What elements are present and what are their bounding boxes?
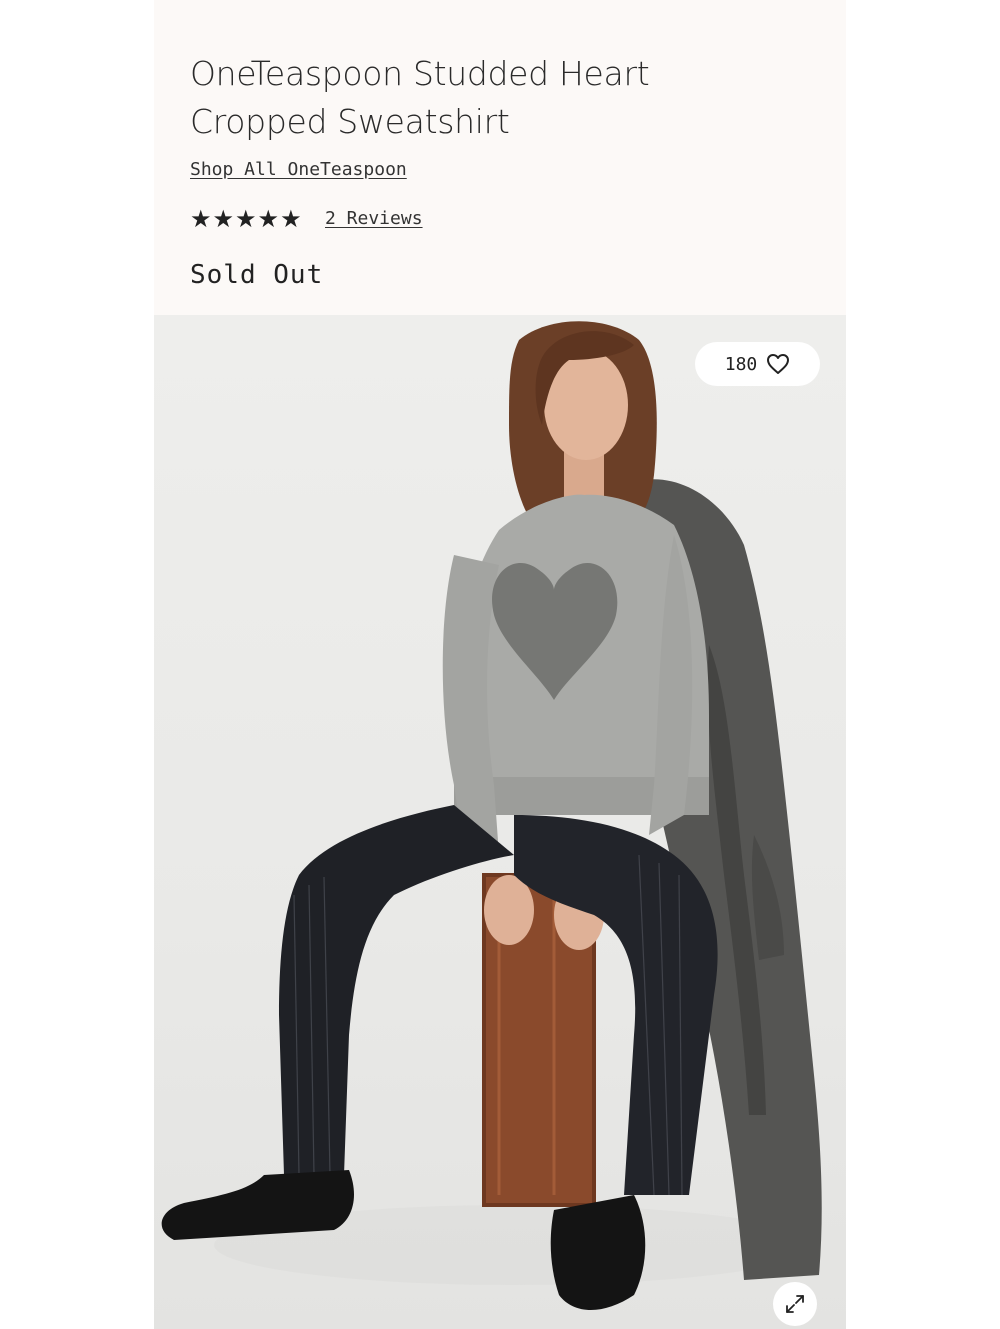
favorite-button[interactable]: 180 — [695, 342, 820, 386]
product-title-line-1: OneTeaspoon Studded Heart — [190, 54, 650, 93]
expand-arrows-icon — [786, 1295, 804, 1313]
reviews-link[interactable]: 2 Reviews — [325, 208, 423, 229]
star-icon: ★ — [212, 205, 235, 233]
expand-image-button[interactable] — [773, 1282, 817, 1326]
product-title-line-2: Cropped Sweatshirt — [190, 102, 510, 141]
star-icon: ★ — [235, 205, 257, 233]
favorite-count: 180 — [724, 353, 758, 375]
product-image — [161, 321, 822, 1310]
rating-stars: ★ ★ ★ ★ ★ — [190, 205, 302, 233]
star-icon: ★ — [280, 205, 302, 233]
heart-outline-icon — [767, 354, 790, 374]
shop-all-brand-link[interactable]: Shop All OneTeaspoon — [190, 159, 407, 180]
product-image-container[interactable]: 180 — [154, 315, 846, 1329]
product-panel: OneTeaspoon Studded Heart Cropped Sweats… — [154, 0, 846, 1329]
star-icon: ★ — [257, 205, 280, 233]
availability-status: Sold Out — [190, 260, 324, 290]
star-icon: ★ — [190, 205, 212, 233]
product-title: OneTeaspoon Studded Heart Cropped Sweats… — [190, 50, 810, 146]
